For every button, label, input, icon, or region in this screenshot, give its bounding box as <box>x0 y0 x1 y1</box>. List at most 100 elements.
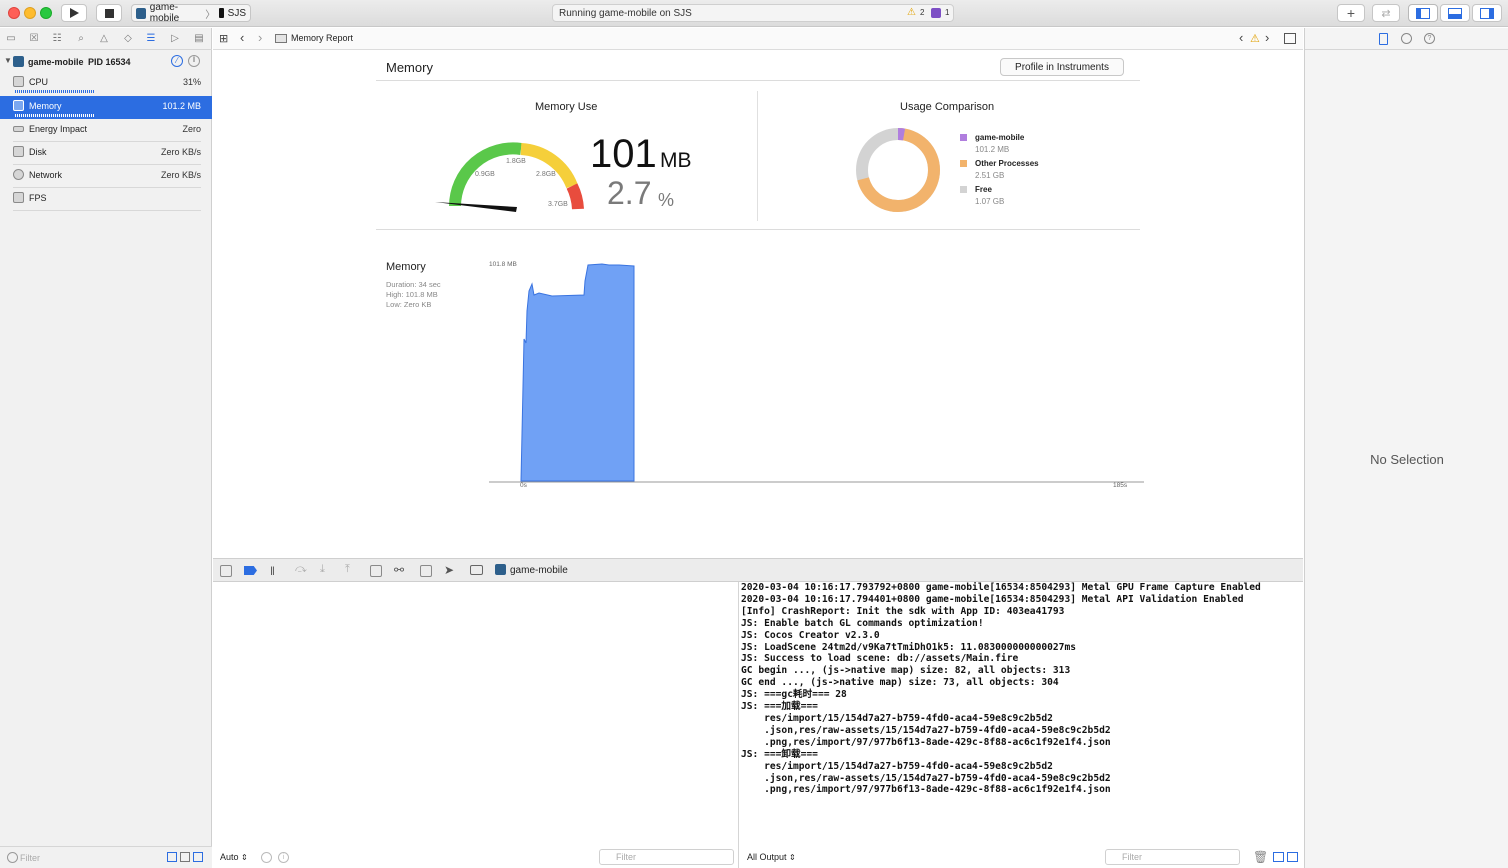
related-items-icon[interactable]: ⊞ <box>219 32 228 45</box>
history-inspector-icon[interactable] <box>1401 33 1412 44</box>
gauge-disk[interactable]: Disk Zero KB/s <box>0 142 212 165</box>
search-icon[interactable]: ⌕ <box>74 32 88 46</box>
toggle-debug-area-button[interactable] <box>1440 4 1470 22</box>
view-hierarchy-icon[interactable] <box>370 565 382 577</box>
symbol-icon[interactable]: ☷ <box>50 32 64 46</box>
pause-icon[interactable]: ‖ <box>270 564 275 578</box>
variables-filter-input[interactable]: Filter <box>599 849 734 865</box>
console-line: .png,res/import/97/977b6f13-8ade-429c-8f… <box>741 784 1111 796</box>
split-right-icon[interactable] <box>1287 852 1298 862</box>
process-row[interactable]: ▼ game-mobile PID 16534 ⁄ ‖ <box>0 52 212 72</box>
divider <box>376 80 1140 81</box>
gauge-label: CPU <box>29 77 49 87</box>
output-filter-popup[interactable]: All Output ⇕ <box>747 852 796 862</box>
inspector-selector-bar: ? <box>1305 28 1508 50</box>
activity-status-text: Running game-mobile on SJS <box>559 7 692 19</box>
stop-button[interactable] <box>96 4 122 22</box>
add-editor-icon[interactable] <box>1284 33 1296 44</box>
forward-arrow-icon[interactable]: › <box>258 30 262 45</box>
filter-option-icon[interactable] <box>167 852 177 862</box>
gauge-energy[interactable]: Energy Impact Zero <box>0 119 212 142</box>
memory-report: Memory Profile in Instruments Memory Use… <box>213 51 1303 558</box>
process-name: game-mobile <box>28 57 84 67</box>
legend-value: 101.2 MB <box>975 145 1010 154</box>
trash-icon[interactable]: 🗑 <box>1253 850 1268 864</box>
gauge-network[interactable]: Network Zero KB/s <box>0 165 212 188</box>
camera-icon[interactable] <box>470 565 483 575</box>
issue-icon[interactable] <box>931 8 941 18</box>
globe-icon <box>13 169 24 180</box>
hide-debug-area-icon[interactable] <box>220 565 232 577</box>
pause-icon[interactable]: ‖ <box>188 55 200 67</box>
legend-swatch <box>960 186 967 193</box>
disk-icon <box>13 146 24 157</box>
zoom-window-button[interactable] <box>40 7 52 19</box>
gauge-memory[interactable]: Memory 101.2 MB <box>0 96 212 119</box>
memory-unit: MB <box>660 149 692 172</box>
navigator-filter-input[interactable]: Filter <box>4 850 162 866</box>
scope-label: Auto <box>220 852 239 862</box>
debug-navigator: ▭ ☒ ☷ ⌕ △ ◇ ☰ ▷ ▤ ▼ game-mobile PID 1653… <box>0 28 212 868</box>
test-navigator-icon[interactable]: ◇ <box>121 32 135 46</box>
previous-issue-icon[interactable]: ‹ <box>1239 30 1243 45</box>
environment-overrides-icon[interactable] <box>420 565 432 577</box>
stop-icon <box>104 8 114 18</box>
legend-name: Other Processes <box>975 159 1039 168</box>
next-issue-icon[interactable]: › <box>1265 30 1269 45</box>
source-control-icon[interactable]: ☒ <box>27 32 41 46</box>
gauge-label: Memory <box>29 101 62 111</box>
close-window-button[interactable] <box>8 7 20 19</box>
warning-icon[interactable]: ⚠ <box>907 7 916 18</box>
scheme-name: game-mobile <box>149 2 180 24</box>
code-review-button[interactable]: ⇄ <box>1372 4 1400 22</box>
chevron-updown-icon: ⇕ <box>789 853 796 862</box>
toggle-navigator-button[interactable] <box>1408 4 1438 22</box>
disclosure-triangle-icon[interactable]: ▼ <box>4 56 12 65</box>
add-library-button[interactable]: + <box>1337 4 1365 22</box>
gauge-cpu[interactable]: CPU 31% <box>0 72 212 95</box>
memory-percent-unit: % <box>658 190 675 210</box>
file-inspector-icon[interactable] <box>1379 33 1388 45</box>
console-filter-input[interactable]: Filter <box>1105 849 1240 865</box>
warning-icon[interactable]: ⚠ <box>1250 32 1260 45</box>
run-button[interactable] <box>61 4 87 22</box>
filter-sort-icon[interactable] <box>193 852 203 862</box>
divider <box>376 229 1140 230</box>
usage-comparison-title: Usage Comparison <box>900 101 995 113</box>
debug-process-label[interactable]: game-mobile <box>510 565 568 576</box>
gauge-fps[interactable]: FPS <box>0 188 212 211</box>
scheme-selector[interactable]: game-mobile 〉 SJS <box>131 2 251 24</box>
eye-icon[interactable] <box>261 852 272 863</box>
debug-navigator-icon[interactable]: ☰ <box>144 32 158 46</box>
filter-placeholder: Filter <box>20 853 40 863</box>
folder-icon[interactable]: ▭ <box>4 32 18 46</box>
legend-item: game-mobile 101.2 MB <box>960 133 1080 159</box>
breakpoint-icon[interactable]: ▷ <box>168 32 182 46</box>
help-icon[interactable]: ? <box>1424 33 1435 44</box>
filter-grid-icon[interactable] <box>180 852 190 862</box>
toggle-inspector-button[interactable] <box>1472 4 1502 22</box>
issue-navigator-icon[interactable]: △ <box>97 32 111 46</box>
gauge-options-icon[interactable]: ⁄ <box>171 55 183 67</box>
memory-graph-icon[interactable]: ⚯ <box>394 563 404 577</box>
breadcrumb-title[interactable]: Memory Report <box>291 33 353 43</box>
graph-x-start-label: 0s <box>520 482 527 489</box>
breakpoints-toggle-icon[interactable] <box>244 566 257 575</box>
report-icon[interactable]: ▤ <box>192 32 206 46</box>
step-over-icon[interactable]: ⤼ <box>295 563 307 576</box>
back-arrow-icon[interactable]: ‹ <box>240 30 244 45</box>
console-line: JS: ===加载=== <box>741 701 818 713</box>
variables-scope-popup[interactable]: Auto ⇕ <box>220 852 248 862</box>
console-line: .json,res/raw-assets/15/154d7a27-b759-4f… <box>741 724 1111 736</box>
step-out-icon[interactable]: ⤒ <box>345 563 350 576</box>
profile-in-instruments-button[interactable]: Profile in Instruments <box>1000 58 1124 76</box>
right-panel-icon <box>1480 7 1494 19</box>
console-output[interactable]: 2020-03-04 10:16:17.793792+0800 game-mob… <box>740 582 1303 846</box>
step-into-icon[interactable]: ⤓ <box>320 563 325 576</box>
location-icon[interactable]: ➤ <box>444 563 454 577</box>
minimize-window-button[interactable] <box>24 7 36 19</box>
output-label: All Output <box>747 852 787 862</box>
info-icon[interactable]: i <box>278 852 289 863</box>
gauge-value: Zero <box>182 124 201 134</box>
split-left-icon[interactable] <box>1273 852 1284 862</box>
